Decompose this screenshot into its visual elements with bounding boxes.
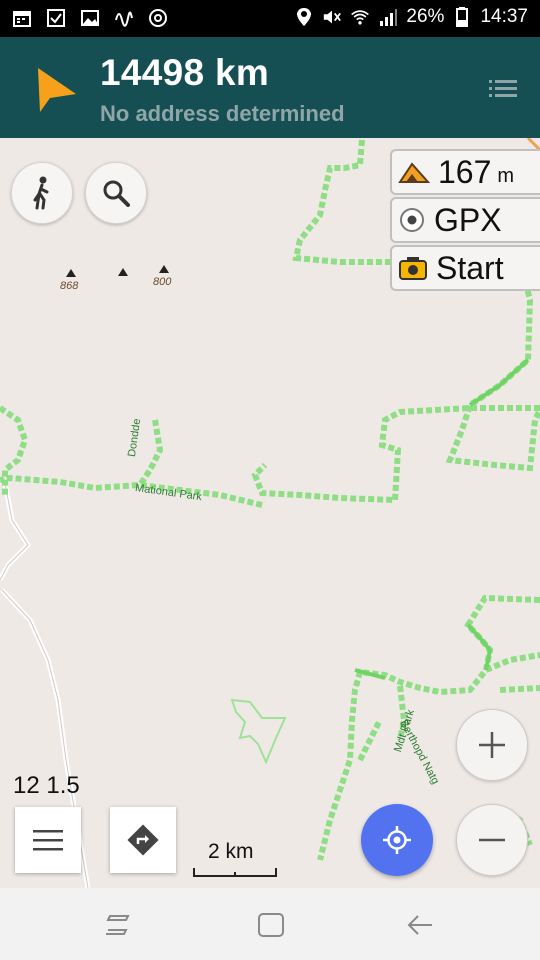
search-icon [103, 180, 130, 207]
system-navigation-bar [0, 888, 540, 960]
peak-marker [116, 264, 130, 276]
checkbox-icon [46, 8, 66, 28]
status-bar: 26% 14:37 [0, 0, 540, 37]
directions-button[interactable] [110, 807, 176, 873]
peak-marker [64, 265, 78, 277]
recent-apps-icon[interactable] [104, 912, 134, 938]
record-icon [400, 208, 424, 232]
calendar-icon [12, 8, 32, 28]
zoom-in-button[interactable] [456, 709, 528, 781]
address-text: No address determined [100, 101, 345, 126]
gpx-widget[interactable]: GPX [390, 197, 540, 243]
main-menu-button[interactable] [15, 807, 81, 873]
peak-marker [157, 261, 171, 273]
altitude-unit: m [497, 164, 515, 187]
walking-mode-button[interactable] [11, 162, 73, 224]
crosshair-icon [383, 826, 411, 854]
peak-elevation-label: 868 [60, 280, 79, 292]
altitude-widget[interactable]: 167 m [390, 149, 540, 195]
status-left-icons [12, 8, 168, 28]
plus-icon [479, 732, 505, 758]
start-label: Start [436, 249, 504, 286]
scale-bar [193, 868, 277, 877]
image-icon [80, 8, 100, 28]
back-icon[interactable] [406, 912, 436, 938]
signal-icon [378, 7, 398, 27]
search-button[interactable] [85, 162, 147, 224]
gpx-label: GPX [434, 201, 502, 238]
zoom-level-text: 12 1.5 [13, 772, 80, 799]
navigation-arrow-icon [38, 68, 76, 112]
start-widget[interactable]: Start [390, 245, 540, 291]
minus-icon [479, 838, 505, 842]
mute-icon [322, 7, 342, 27]
battery-percent: 26% [406, 6, 445, 27]
wifi-icon [350, 7, 370, 27]
zoom-out-button[interactable] [456, 804, 528, 876]
location-pin-icon [294, 7, 314, 27]
distance-value: 14498 km [100, 52, 270, 93]
directions-icon [127, 824, 159, 856]
sync-icon [148, 8, 168, 28]
hamburger-icon [33, 830, 63, 851]
clock: 14:37 [480, 6, 528, 27]
walking-person-icon [33, 176, 49, 210]
mountain-icon [398, 162, 430, 183]
battery-icon [452, 7, 472, 27]
list-menu-icon[interactable] [489, 78, 517, 98]
altitude-value: 167 [438, 153, 492, 190]
home-icon[interactable] [256, 912, 286, 938]
peak-elevation-label: 800 [153, 276, 172, 288]
status-right: 26% 14:37 [294, 6, 528, 28]
scale-label: 2 km [208, 840, 254, 863]
my-location-button[interactable] [361, 804, 433, 876]
activity-icon [114, 8, 134, 28]
camera-icon [399, 257, 427, 280]
